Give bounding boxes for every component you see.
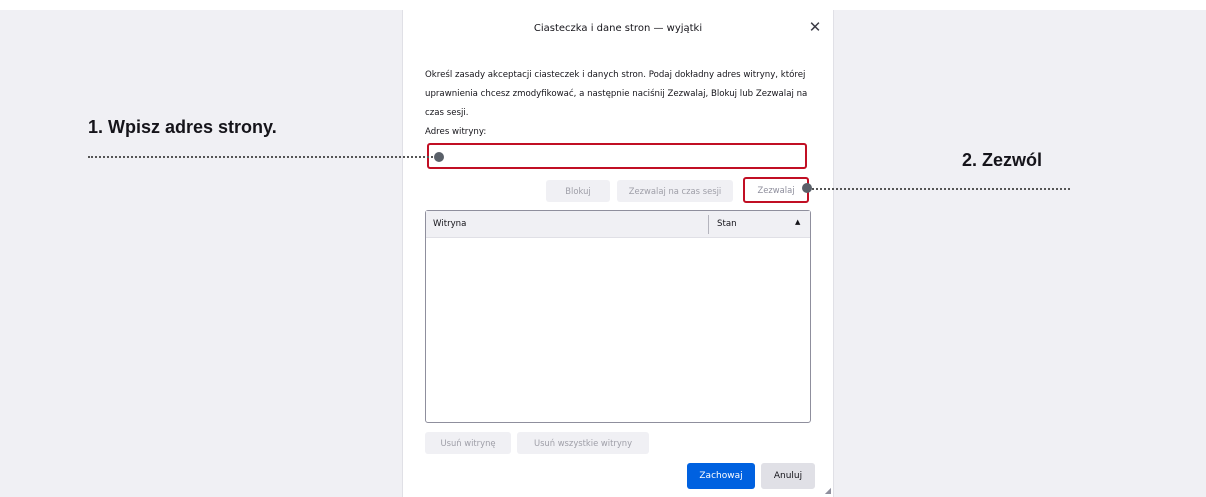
callout-step-1: 1. Wpisz adres strony.	[88, 117, 277, 137]
top-strip	[0, 0, 1206, 10]
column-header-state[interactable]: Stan	[717, 219, 737, 229]
allow-session-button[interactable]: Zezwalaj na czas sesji	[617, 180, 733, 202]
allow-button[interactable]: Zezwalaj	[743, 177, 809, 203]
close-icon[interactable]: ✕	[807, 19, 823, 35]
table-header: Witryna Stan ▲	[426, 211, 810, 238]
address-input[interactable]	[427, 143, 807, 169]
leader-line-step-1	[88, 156, 440, 158]
sites-table[interactable]: Witryna Stan ▲	[425, 210, 811, 423]
resize-grip-icon[interactable]: ◢	[825, 486, 831, 495]
save-button[interactable]: Zachowaj	[687, 463, 755, 489]
column-header-site[interactable]: Witryna	[433, 219, 466, 229]
address-label: Adres witryny:	[425, 127, 487, 137]
dialog-title: Ciasteczka i dane stron — wyjątki	[533, 22, 703, 34]
leader-dot-step-2	[802, 183, 812, 193]
callout-step-2: 2. Zezwól	[962, 150, 1043, 170]
sort-up-icon[interactable]: ▲	[795, 218, 800, 226]
column-separator	[708, 215, 709, 234]
remove-site-button[interactable]: Usuń witrynę	[425, 432, 511, 454]
leader-line-step-2	[808, 188, 1070, 190]
leader-dot-step-1	[434, 152, 444, 162]
dialog-description: Określ zasady akceptacji ciasteczek i da…	[425, 70, 808, 118]
remove-all-sites-button[interactable]: Usuń wszystkie witryny	[517, 432, 649, 454]
exceptions-dialog: Ciasteczka i dane stron — wyjątki ✕ Okre…	[402, 10, 834, 497]
cancel-button[interactable]: Anuluj	[761, 463, 815, 489]
block-button[interactable]: Blokuj	[546, 180, 610, 202]
